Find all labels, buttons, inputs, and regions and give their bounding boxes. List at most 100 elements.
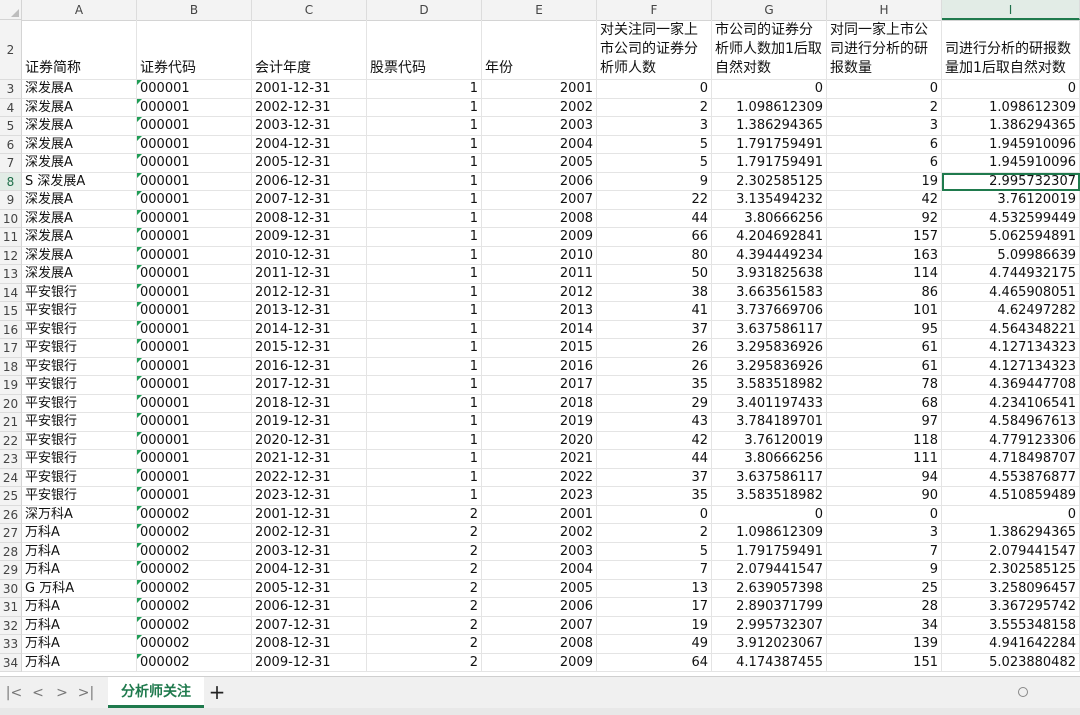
- cell-A20[interactable]: 平安银行: [22, 394, 137, 413]
- row-header[interactable]: 33: [0, 635, 22, 654]
- cell-G31[interactable]: 2.890371799: [712, 598, 827, 617]
- cell-E10[interactable]: 2008: [482, 209, 597, 228]
- cell-D27[interactable]: 2: [367, 524, 482, 543]
- cell-D11[interactable]: 1: [367, 228, 482, 247]
- row-header[interactable]: 10: [0, 209, 22, 228]
- cell-B7[interactable]: 000001: [137, 154, 252, 173]
- cell-A12[interactable]: 深发展A: [22, 246, 137, 265]
- cell-C6[interactable]: 2004-12-31: [252, 135, 367, 154]
- cell-B33[interactable]: 000002: [137, 635, 252, 654]
- cell-F4[interactable]: 2: [597, 98, 712, 117]
- cell-C15[interactable]: 2013-12-31: [252, 302, 367, 321]
- header-cell-H[interactable]: 对同一家上市公司进行分析的研报数量: [827, 20, 942, 80]
- cell-A33[interactable]: 万科A: [22, 635, 137, 654]
- cell-A29[interactable]: 万科A: [22, 561, 137, 580]
- cell-D14[interactable]: 1: [367, 283, 482, 302]
- cell-G25[interactable]: 3.583518982: [712, 487, 827, 506]
- cell-B29[interactable]: 000002: [137, 561, 252, 580]
- row-header[interactable]: 28: [0, 542, 22, 561]
- cell-B19[interactable]: 000001: [137, 376, 252, 395]
- cell-C25[interactable]: 2023-12-31: [252, 487, 367, 506]
- cell-H6[interactable]: 6: [827, 135, 942, 154]
- cell-A7[interactable]: 深发展A: [22, 154, 137, 173]
- cell-I31[interactable]: 3.367295742: [942, 598, 1080, 617]
- cell-B5[interactable]: 000001: [137, 117, 252, 136]
- cell-B31[interactable]: 000002: [137, 598, 252, 617]
- cell-I17[interactable]: 4.127134323: [942, 339, 1080, 358]
- cell-D30[interactable]: 2: [367, 579, 482, 598]
- cell-D24[interactable]: 1: [367, 468, 482, 487]
- cell-B16[interactable]: 000001: [137, 320, 252, 339]
- cell-B4[interactable]: 000001: [137, 98, 252, 117]
- cell-H17[interactable]: 61: [827, 339, 942, 358]
- scroll-indicator-icon[interactable]: [1018, 687, 1028, 697]
- row-header[interactable]: 8: [0, 172, 22, 191]
- cell-D3[interactable]: 1: [367, 80, 482, 99]
- cell-C14[interactable]: 2012-12-31: [252, 283, 367, 302]
- cell-A25[interactable]: 平安银行: [22, 487, 137, 506]
- cell-H24[interactable]: 94: [827, 468, 942, 487]
- cell-C7[interactable]: 2005-12-31: [252, 154, 367, 173]
- cell-I26[interactable]: 0: [942, 505, 1080, 524]
- cell-E31[interactable]: 2006: [482, 598, 597, 617]
- cell-H5[interactable]: 3: [827, 117, 942, 136]
- cell-A4[interactable]: 深发展A: [22, 98, 137, 117]
- cell-E14[interactable]: 2012: [482, 283, 597, 302]
- cell-F26[interactable]: 0: [597, 505, 712, 524]
- cell-B23[interactable]: 000001: [137, 450, 252, 469]
- cell-E33[interactable]: 2008: [482, 635, 597, 654]
- cell-E6[interactable]: 2004: [482, 135, 597, 154]
- cell-D8[interactable]: 1: [367, 172, 482, 191]
- header-cell-F[interactable]: 对关注同一家上市公司的证券分析师人数: [597, 20, 712, 80]
- cell-B30[interactable]: 000002: [137, 579, 252, 598]
- cell-H27[interactable]: 3: [827, 524, 942, 543]
- cell-E18[interactable]: 2016: [482, 357, 597, 376]
- cell-C26[interactable]: 2001-12-31: [252, 505, 367, 524]
- cell-G33[interactable]: 3.912023067: [712, 635, 827, 654]
- cell-G21[interactable]: 3.784189701: [712, 413, 827, 432]
- row-header[interactable]: 9: [0, 191, 22, 210]
- horizontal-scrollbar[interactable]: [740, 687, 1040, 697]
- cell-C8[interactable]: 2006-12-31: [252, 172, 367, 191]
- cell-G34[interactable]: 4.174387455: [712, 653, 827, 672]
- row-header[interactable]: 11: [0, 228, 22, 247]
- cell-F5[interactable]: 3: [597, 117, 712, 136]
- cell-F34[interactable]: 64: [597, 653, 712, 672]
- cell-G20[interactable]: 3.401197433: [712, 394, 827, 413]
- cell-A19[interactable]: 平安银行: [22, 376, 137, 395]
- cell-E15[interactable]: 2013: [482, 302, 597, 321]
- cell-I8[interactable]: 2.995732307: [942, 172, 1080, 191]
- cell-F27[interactable]: 2: [597, 524, 712, 543]
- column-header-F[interactable]: F: [597, 0, 712, 20]
- cell-B22[interactable]: 000001: [137, 431, 252, 450]
- cell-E13[interactable]: 2011: [482, 265, 597, 284]
- cell-B10[interactable]: 000001: [137, 209, 252, 228]
- column-header-I[interactable]: I: [942, 0, 1080, 20]
- cell-E30[interactable]: 2005: [482, 579, 597, 598]
- cell-E16[interactable]: 2014: [482, 320, 597, 339]
- cell-A27[interactable]: 万科A: [22, 524, 137, 543]
- cell-E17[interactable]: 2015: [482, 339, 597, 358]
- cell-F25[interactable]: 35: [597, 487, 712, 506]
- row-header[interactable]: 32: [0, 616, 22, 635]
- cell-C10[interactable]: 2008-12-31: [252, 209, 367, 228]
- cell-G26[interactable]: 0: [712, 505, 827, 524]
- cell-D15[interactable]: 1: [367, 302, 482, 321]
- cell-D26[interactable]: 2: [367, 505, 482, 524]
- header-cell-B[interactable]: 证券代码: [137, 20, 252, 80]
- cell-E8[interactable]: 2006: [482, 172, 597, 191]
- cell-C20[interactable]: 2018-12-31: [252, 394, 367, 413]
- cell-D10[interactable]: 1: [367, 209, 482, 228]
- cell-G10[interactable]: 3.80666256: [712, 209, 827, 228]
- cell-D18[interactable]: 1: [367, 357, 482, 376]
- column-header-E[interactable]: E: [482, 0, 597, 20]
- cell-H8[interactable]: 19: [827, 172, 942, 191]
- cell-F18[interactable]: 26: [597, 357, 712, 376]
- cell-D16[interactable]: 1: [367, 320, 482, 339]
- cell-A5[interactable]: 深发展A: [22, 117, 137, 136]
- cell-I34[interactable]: 5.023880482: [942, 653, 1080, 672]
- cell-I15[interactable]: 4.62497282: [942, 302, 1080, 321]
- cell-E3[interactable]: 2001: [482, 80, 597, 99]
- cell-E12[interactable]: 2010: [482, 246, 597, 265]
- cell-I9[interactable]: 3.76120019: [942, 191, 1080, 210]
